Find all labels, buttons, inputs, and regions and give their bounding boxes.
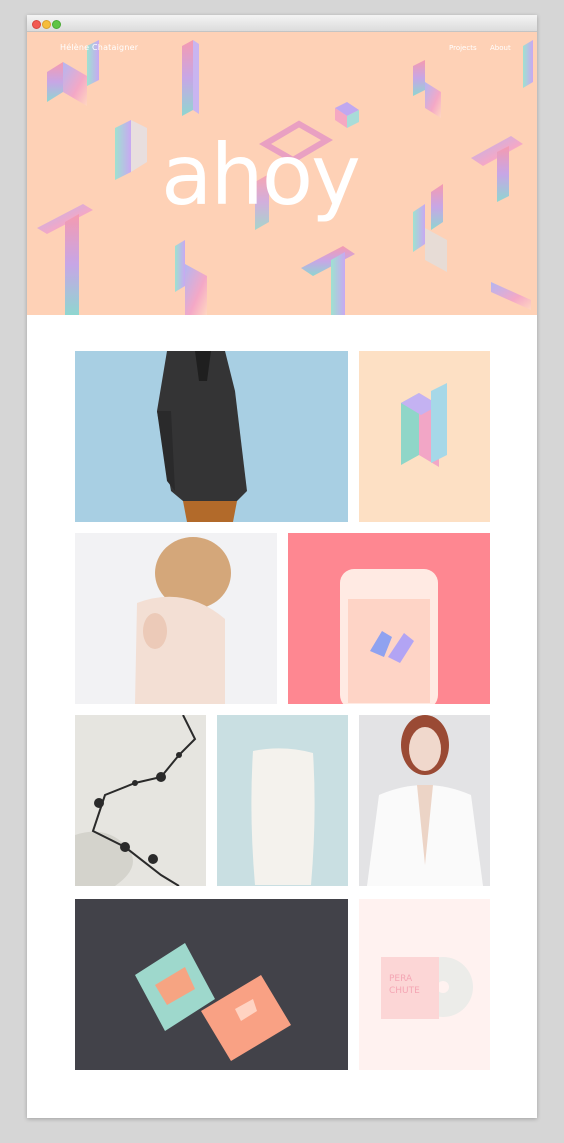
hero-headline: ahoy bbox=[161, 126, 361, 224]
pillow-image bbox=[217, 715, 348, 886]
record-sleeve-line-2: CHUTE bbox=[389, 986, 420, 996]
business-cards-image bbox=[75, 899, 348, 1070]
route-map-image bbox=[75, 715, 206, 886]
hero-banner: Hélène Chataigner Projects About ahoy bbox=[27, 32, 537, 315]
window-titlebar bbox=[27, 15, 537, 32]
project-tile-perfume-portrait[interactable] bbox=[75, 533, 277, 704]
project-tile-route-map[interactable] bbox=[75, 715, 206, 886]
project-tile-record-sleeve[interactable]: PERA CHUTE bbox=[359, 899, 490, 1070]
maximize-window-button[interactable] bbox=[52, 20, 61, 29]
nav-about-link[interactable]: About bbox=[490, 44, 511, 52]
record-sleeve-image: PERA CHUTE bbox=[359, 899, 490, 1070]
jacket-model-image bbox=[75, 351, 348, 522]
project-tile-menswear-jacket[interactable] bbox=[75, 351, 348, 522]
project-tile-portrait-white-coat[interactable] bbox=[359, 715, 490, 886]
project-tile-iridescent-letter[interactable] bbox=[359, 351, 490, 522]
site-brand[interactable]: Hélène Chataigner bbox=[60, 43, 138, 52]
nav-projects-link[interactable]: Projects bbox=[449, 44, 477, 52]
phone-hands-image bbox=[288, 533, 490, 704]
browser-window: Hélène Chataigner Projects About ahoy PE… bbox=[27, 15, 537, 1118]
project-tile-business-cards[interactable] bbox=[75, 899, 348, 1070]
record-sleeve-line-1: PERA bbox=[389, 974, 413, 984]
project-tile-pillow[interactable] bbox=[217, 715, 348, 886]
close-window-button[interactable] bbox=[32, 20, 41, 29]
perfume-portrait-image bbox=[75, 533, 277, 704]
project-tile-phone-hands[interactable] bbox=[288, 533, 490, 704]
minimize-window-button[interactable] bbox=[42, 20, 51, 29]
portrait-white-coat-image bbox=[359, 715, 490, 886]
iridescent-letter-image bbox=[359, 351, 490, 522]
